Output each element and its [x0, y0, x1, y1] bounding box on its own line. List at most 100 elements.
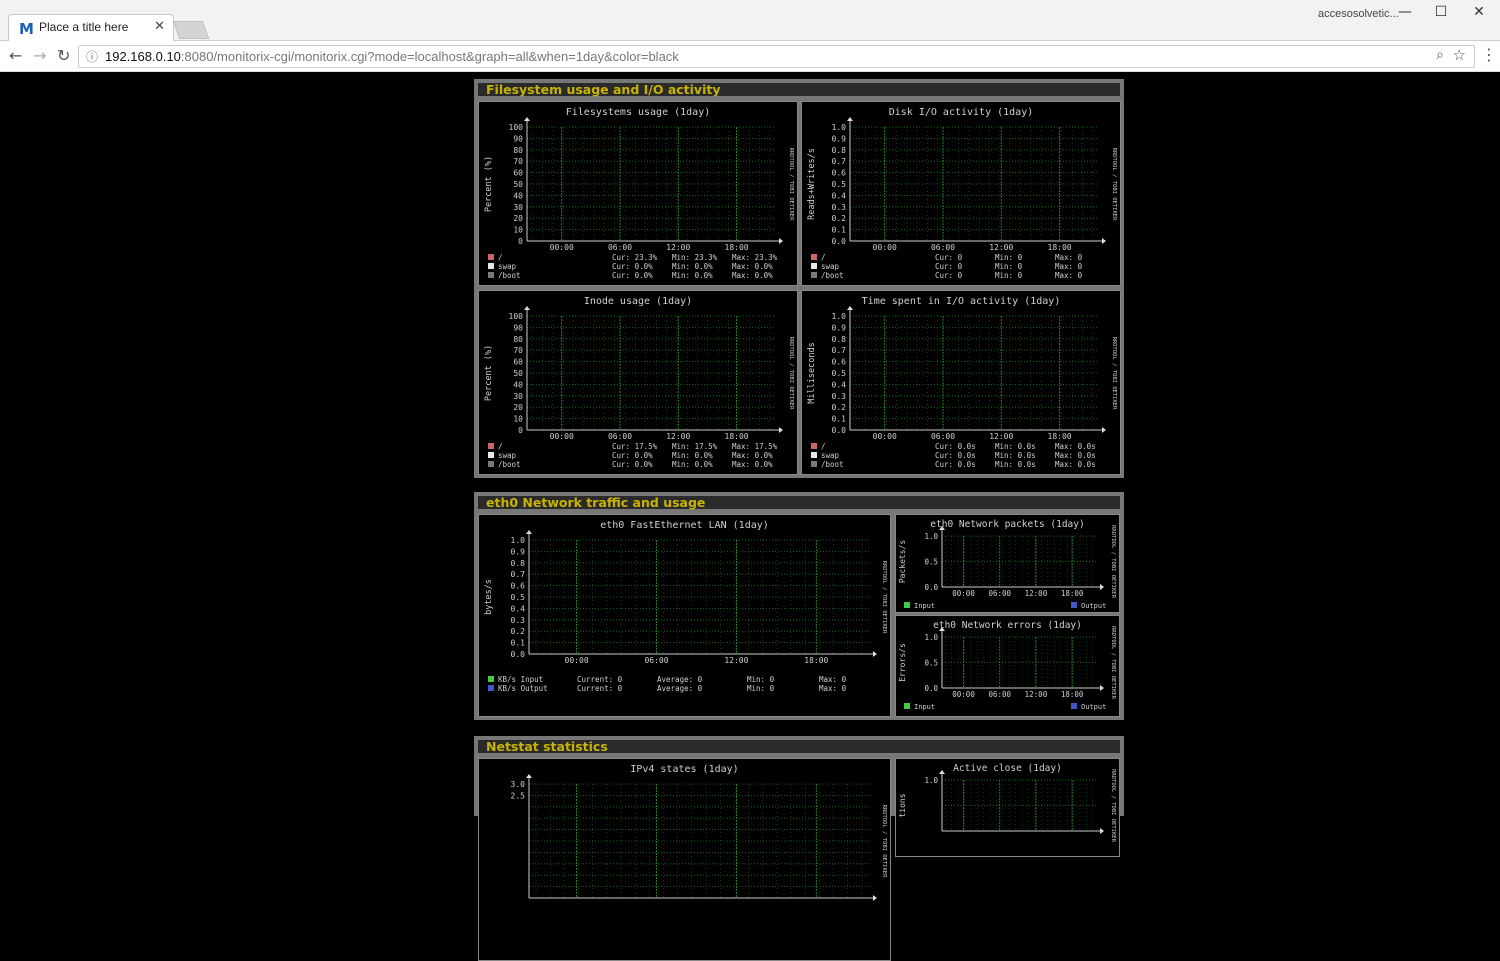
graph-title: eth0 Network errors (1day) — [933, 620, 1082, 631]
bookmark-star-icon[interactable]: ☆ — [1453, 46, 1466, 64]
address-bar[interactable]: ⓘ 192.168.0.10:8080/monitorix-cgi/monito… — [78, 45, 1475, 68]
y-tick-label: 0.1 — [511, 639, 526, 648]
legend-stat: Max: 0.0% — [732, 262, 773, 271]
legend-stat: Max: 0.0s — [1055, 442, 1096, 451]
tab-close-icon[interactable]: ✕ — [154, 19, 165, 34]
y-tick-label: 0.6 — [511, 582, 526, 591]
rrdtool-watermark: RRDTOOL / TOBI OETIKER — [881, 561, 887, 635]
legend-stat: Min: 0.0% — [672, 460, 713, 469]
y-axis-label: bytes/s — [484, 579, 494, 615]
reload-icon[interactable]: ↻ — [57, 46, 70, 65]
legend-stat: Max: 0 — [1055, 253, 1083, 262]
legend-label: /boot — [821, 271, 844, 280]
rrdtool-watermark: RRDTOOL / TOBI OETIKER — [881, 805, 887, 879]
x-tick-label: 18:00 — [725, 432, 749, 441]
graph-title: Disk I/O activity (1day) — [889, 107, 1034, 118]
legend-stat: Max: 0 — [819, 684, 847, 693]
legend-swatch — [811, 272, 817, 278]
legend-stat: Current: 0 — [577, 684, 623, 693]
y-tick-label: 100 — [509, 312, 524, 321]
io-time-graph: Time spent in I/O activity (1day) Millise… — [801, 290, 1121, 475]
y-tick-label: 0.8 — [832, 335, 847, 344]
y-tick-label: 50 — [513, 369, 523, 378]
legend-stat: Min: 0.0% — [672, 262, 713, 271]
y-tick-label: 40 — [513, 191, 523, 200]
y-axis-arrow-icon — [847, 306, 853, 310]
forward-arrow-icon[interactable]: → — [33, 46, 46, 65]
browser-toolbar: ← → ↻ ⓘ 192.168.0.10:8080/monitorix-cgi/… — [0, 41, 1500, 72]
y-tick-label: 60 — [513, 358, 523, 367]
minimize-icon[interactable]: — — [1390, 4, 1420, 20]
y-tick-label: 0.4 — [511, 604, 526, 613]
rrdtool-watermark: RRDTOOL / TOBI OETIKER — [1111, 148, 1117, 222]
filesystem-panel: Filesystem usage and I/O activity Filesy… — [474, 79, 1124, 478]
y-axis-label: Milliseconds — [807, 342, 817, 403]
y-tick-label: 0.5 — [924, 659, 938, 668]
browser-tab[interactable]: M Place a title here ✕ — [8, 14, 174, 41]
y-tick-label: 0.9 — [832, 323, 847, 332]
graph-title: Inode usage (1day) — [584, 296, 692, 307]
legend-label: Input — [914, 703, 935, 711]
profile-label[interactable]: accesosolvetic... — [1318, 8, 1399, 20]
x-tick-label: 18:00 — [804, 656, 828, 665]
new-tab-button[interactable] — [172, 21, 210, 39]
y-tick-label: 3.0 — [511, 780, 526, 789]
legend-stat: Min: 17.5% — [672, 442, 718, 451]
y-tick-label: 70 — [513, 157, 523, 166]
legend-stat: Min: 0 — [747, 675, 775, 684]
y-axis-arrow-icon — [526, 530, 532, 534]
y-tick-label: 2.5 — [511, 791, 526, 800]
legend-stat: Min: 0 — [747, 684, 775, 693]
legend-stat: Average: 0 — [657, 675, 703, 684]
y-axis-label: Reads+Writes/s — [807, 148, 817, 220]
maximize-icon[interactable]: ☐ — [1426, 4, 1456, 20]
back-arrow-icon[interactable]: ← — [9, 46, 22, 65]
rrdtool-watermark: RRDTOOL / TOBI OETIKER — [1111, 337, 1117, 411]
y-tick-label: 0.6 — [832, 169, 847, 178]
x-tick-label: 00:00 — [550, 432, 574, 441]
legend-stat: Max: 0.0% — [732, 451, 773, 460]
y-tick-label: 0.4 — [832, 191, 847, 200]
legend-stat: Max: 0.0s — [1055, 460, 1096, 469]
y-tick-label: 60 — [513, 169, 523, 178]
kebab-menu-icon[interactable]: ⋮ — [1481, 45, 1497, 64]
x-axis-arrow-icon — [779, 427, 783, 433]
x-axis-arrow-icon — [1100, 685, 1104, 691]
y-tick-label: 70 — [513, 346, 523, 355]
info-icon[interactable]: ⓘ — [86, 48, 98, 65]
graph-title: Filesystems usage (1day) — [566, 107, 711, 118]
close-window-icon[interactable]: ✕ — [1464, 4, 1494, 20]
rrdtool-watermark: RRDTOOL / TOBI OETIKER — [788, 337, 794, 411]
x-tick-label: 18:00 — [1048, 432, 1072, 441]
y-tick-label: 80 — [513, 146, 523, 155]
y-tick-label: 1.0 — [832, 312, 847, 321]
url-text[interactable]: 192.168.0.10:8080/monitorix-cgi/monitori… — [105, 49, 679, 64]
x-axis-arrow-icon — [873, 651, 877, 657]
legend-swatch — [811, 263, 817, 269]
y-tick-label: 80 — [513, 335, 523, 344]
x-tick-label: 00:00 — [873, 243, 897, 252]
y-axis-label: Percent (%) — [484, 345, 494, 401]
legend-stat: Average: 0 — [657, 684, 703, 693]
legend-swatch — [488, 461, 494, 467]
legend-swatch — [811, 461, 817, 467]
graph-title: Time spent in I/O activity (1day) — [862, 296, 1061, 307]
y-tick-label: 10 — [513, 415, 523, 424]
y-tick-label: 30 — [513, 392, 523, 401]
section-title: Netstat statistics — [486, 739, 608, 754]
legend-stat: Cur: 23.3% — [612, 253, 658, 262]
y-tick-label: 0.2 — [832, 403, 847, 412]
y-tick-label: 0 — [518, 426, 523, 435]
y-tick-label: 1.0 — [924, 633, 938, 642]
x-tick-label: 06:00 — [988, 589, 1011, 598]
y-tick-label: 0.0 — [511, 650, 526, 659]
y-axis-arrow-icon — [939, 770, 945, 774]
legend-label: swap — [821, 262, 840, 271]
netstat-panel: Netstat statistics IPv4 states (1day) RRD… — [474, 736, 1124, 961]
panel-header: eth0 Network traffic and usage — [478, 496, 1120, 510]
legend-label: Output — [1081, 602, 1106, 610]
x-tick-label: 12:00 — [989, 243, 1013, 252]
y-tick-label: 30 — [513, 203, 523, 212]
zoom-icon[interactable]: ⌕ — [1436, 47, 1444, 63]
section-title: Filesystem usage and I/O activity — [486, 82, 721, 97]
